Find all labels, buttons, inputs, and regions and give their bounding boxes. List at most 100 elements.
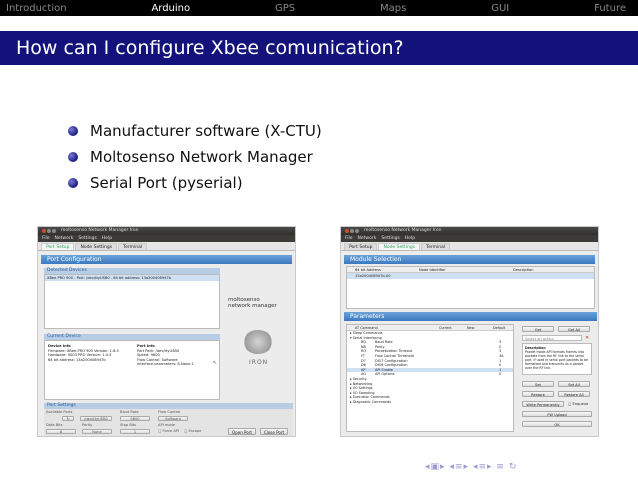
subsection-icon[interactable]: ≡ xyxy=(455,462,464,472)
tab-node-settings[interactable]: Node Settings xyxy=(75,243,118,250)
brand-subtitle: network manager xyxy=(228,303,277,309)
get-all-button[interactable]: Get All xyxy=(558,326,590,332)
tab-terminal[interactable]: Terminal xyxy=(421,243,451,250)
minimize-icon[interactable] xyxy=(47,229,51,233)
restore-all-button[interactable]: Restore All xyxy=(558,391,590,397)
bullet-item: Serial Port (pyserial) xyxy=(68,170,322,196)
parity-select[interactable]: None xyxy=(82,429,112,434)
column-header[interactable]: 64 bit Address xyxy=(355,267,381,273)
column-header[interactable]: AT Command xyxy=(355,325,378,331)
stop-bits-select[interactable]: 1 xyxy=(120,429,150,434)
close-icon[interactable] xyxy=(345,229,349,233)
next-subsection-icon[interactable]: ▸ xyxy=(464,462,470,472)
menu-network[interactable]: Network xyxy=(55,236,74,241)
column-header[interactable]: New xyxy=(467,325,474,331)
nav-arduino[interactable]: Arduino xyxy=(151,3,190,14)
force-api-checkbox[interactable]: □ Force API xyxy=(158,429,179,433)
clear-icon[interactable]: ✕ xyxy=(585,335,589,341)
nav-future[interactable]: Future xyxy=(594,3,626,14)
param-rows: BD Baud Rate 3 NB Parity 0 RO Packetization T… xyxy=(347,340,513,377)
stop-bits-label: Stop Bits xyxy=(120,423,137,427)
port-info-line: Interface parameters: 8-None-1 xyxy=(137,362,194,366)
tab-bar: Port Setup Node Settings Terminal xyxy=(341,242,598,251)
tab-port-setup[interactable]: Port Setup xyxy=(344,243,378,250)
module-row[interactable]: 13a200408947b-00 xyxy=(347,273,594,279)
document-icon[interactable]: ≡ xyxy=(496,462,505,472)
menu-file[interactable]: File xyxy=(42,236,50,241)
section-icon[interactable]: ≡ xyxy=(478,462,487,472)
nav-maps[interactable]: Maps xyxy=(380,3,406,14)
menu-help[interactable]: Help xyxy=(405,236,415,241)
apple-logo-icon xyxy=(243,330,273,354)
tab-bar: Port Setup Node Settings Terminal xyxy=(38,242,295,251)
menu-network[interactable]: Network xyxy=(358,236,377,241)
ok-button[interactable]: OK xyxy=(522,421,592,427)
frame-icon[interactable]: ▣ xyxy=(431,462,441,472)
window-title: moltosenso Network Manager Iron xyxy=(61,228,139,233)
parameter-table-header: AT Command Current New Default xyxy=(347,325,513,331)
tree-group-label: Sleep Commands xyxy=(352,331,383,335)
window-titlebar: moltosenso Network Manager Iron xyxy=(341,227,598,235)
section-navigation: Introduction Arduino GPS Maps GUI Future xyxy=(0,0,638,16)
slide-title: How can I configure Xbee comunication? xyxy=(0,31,638,65)
tab-node-settings[interactable]: Node Settings xyxy=(378,243,421,250)
table-row[interactable]: AO API Options 0 xyxy=(347,372,513,377)
write-permanently-button[interactable]: Write Permanently xyxy=(522,401,564,407)
menu-settings[interactable]: Settings xyxy=(381,236,399,241)
close-icon[interactable] xyxy=(42,229,46,233)
fw-upload-button[interactable]: FW Upload xyxy=(522,411,592,417)
menu-help[interactable]: Help xyxy=(102,236,112,241)
tree-group-label: Networking xyxy=(352,381,373,386)
close-port-button[interactable]: Close Port xyxy=(260,428,288,435)
set-all-button[interactable]: Set All xyxy=(558,381,590,387)
column-header[interactable]: Default xyxy=(493,325,505,331)
get-button[interactable]: Get xyxy=(522,326,554,332)
bullet-text: Moltosenso Network Manager xyxy=(90,148,313,166)
module-selection-banner: Module Selection xyxy=(344,255,595,264)
next-frame-icon[interactable]: ▸ xyxy=(440,462,446,472)
nav-gui[interactable]: GUI xyxy=(491,3,509,14)
column-header[interactable]: Current xyxy=(439,325,452,331)
port-info: Port Info Port Path: /dev/ttyUSB0 Speed:… xyxy=(137,344,194,367)
escape-checkbox[interactable]: □ Escape xyxy=(184,429,201,433)
enqueue-checkbox[interactable]: □ Enqueue xyxy=(568,402,588,406)
window-controls xyxy=(345,229,360,233)
nav-gps[interactable]: GPS xyxy=(275,3,295,14)
minimize-icon[interactable] xyxy=(350,229,354,233)
parameters-banner: Parameters xyxy=(344,312,597,321)
flow-control-select[interactable]: Software xyxy=(158,416,188,421)
port-setup-screenshot: moltosenso Network Manager Iron File Netw… xyxy=(37,226,296,437)
action-panel: Get Get All Select an action ✕ Descripti… xyxy=(518,324,596,432)
set-button[interactable]: Set xyxy=(522,381,554,387)
tree-group[interactable]: ▸ Diagnostic Commands xyxy=(347,400,513,405)
open-port-button[interactable]: Open Port xyxy=(228,428,256,435)
tree-group-label: Diagnostic Commands xyxy=(352,399,391,404)
tree-group-label: I/O Settings xyxy=(352,386,373,391)
tree-group-label: Security xyxy=(352,376,367,381)
description-box: Description Packet mode API formats fram… xyxy=(522,343,592,375)
nav-introduction[interactable]: Introduction xyxy=(6,3,67,14)
bullet-text: Serial Port (pyserial) xyxy=(90,174,243,192)
restore-button[interactable]: Restore xyxy=(522,391,554,397)
next-section-icon[interactable]: ▸ xyxy=(487,462,493,472)
tab-terminal[interactable]: Terminal xyxy=(118,243,148,250)
port-configuration-banner: Port Configuration xyxy=(41,255,292,264)
detected-devices-panel: Detected Devices XBee PRO 900 - Port: /d… xyxy=(44,268,220,329)
action-select[interactable]: Select an action xyxy=(522,335,582,341)
menu-file[interactable]: File xyxy=(345,236,353,241)
tab-port-setup[interactable]: Port Setup xyxy=(41,243,75,250)
bullet-text: Manufacturer software (X-CTU) xyxy=(90,122,322,140)
escape-label: Escape xyxy=(188,429,202,433)
tree-group-label: I/O Sampling xyxy=(352,390,375,395)
column-header[interactable]: Description xyxy=(513,267,533,273)
menu-settings[interactable]: Settings xyxy=(78,236,96,241)
flow-control-label: Flow Control xyxy=(158,410,181,414)
baud-rate-select[interactable]: 9600 xyxy=(120,416,150,421)
available-ports-select[interactable]: /dev/ttyUSB0 xyxy=(80,416,112,421)
maximize-icon[interactable] xyxy=(355,229,359,233)
search-icon[interactable]: ↻ xyxy=(509,462,518,472)
maximize-icon[interactable] xyxy=(52,229,56,233)
column-header[interactable]: Node Identifier xyxy=(419,267,446,273)
data-bits-select[interactable]: 8 xyxy=(46,429,76,434)
detected-device-row[interactable]: XBee PRO 900 - Port: /dev/ttyUSB0 - 64 b… xyxy=(45,275,219,281)
